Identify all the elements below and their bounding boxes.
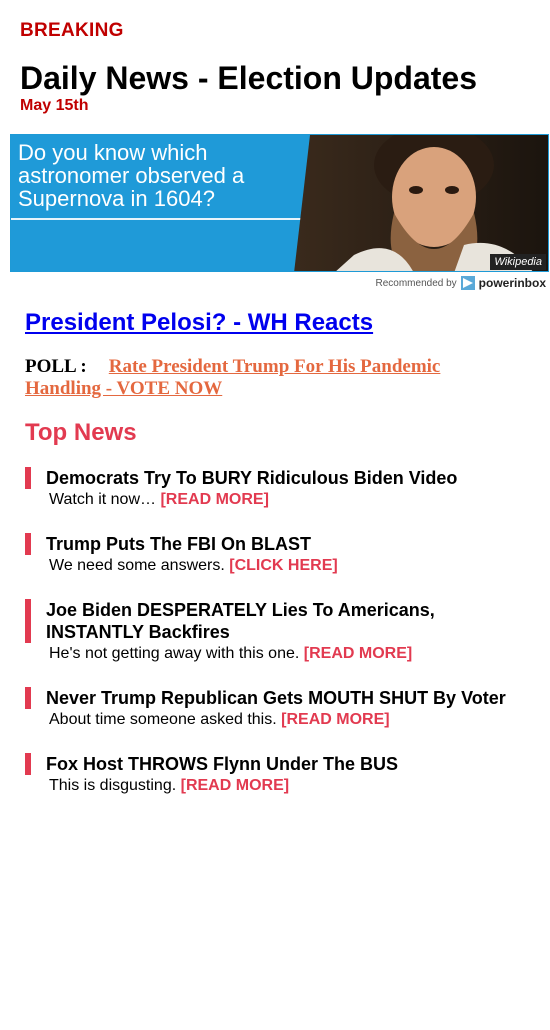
news-subtitle: Watch it now… [READ MORE] bbox=[46, 489, 525, 511]
read-more-link[interactable]: [READ MORE] bbox=[281, 711, 389, 728]
news-subtitle: This is disgusting. [READ MORE] bbox=[46, 775, 525, 797]
news-accent-bar bbox=[25, 753, 31, 775]
read-more-link[interactable]: [READ MORE] bbox=[181, 777, 289, 794]
news-title[interactable]: Joe Biden DESPERATELY Lies To Americans,… bbox=[46, 599, 525, 643]
news-subtitle-text: Watch it now… bbox=[49, 491, 156, 508]
news-title[interactable]: Democrats Try To BURY Ridiculous Biden V… bbox=[46, 467, 525, 489]
news-item: Trump Puts The FBI On BLAST We need some… bbox=[25, 533, 525, 577]
ad-banner[interactable]: Do you know which astronomer observed a … bbox=[10, 134, 549, 272]
news-accent-bar bbox=[25, 533, 31, 555]
recommended-by-label: Recommended by bbox=[375, 277, 457, 289]
news-subtitle-text: This is disgusting. bbox=[49, 777, 177, 794]
news-subtitle: We need some answers. [CLICK HERE] bbox=[46, 555, 525, 577]
powerinbox-brand: powerinbox bbox=[478, 276, 546, 290]
news-subtitle-text: We need some answers. bbox=[49, 557, 225, 574]
ad-credit: Wikipedia bbox=[490, 254, 546, 270]
news-subtitle: He's not getting away with this one. [RE… bbox=[46, 643, 525, 665]
poll-label: POLL : bbox=[25, 356, 87, 377]
astronomer-portrait-image bbox=[294, 135, 548, 271]
page-title: Daily News - Election Updates bbox=[20, 60, 478, 96]
news-subtitle-text: He's not getting away with this one. bbox=[49, 645, 300, 662]
news-title[interactable]: Fox Host THROWS Flynn Under The BUS bbox=[46, 753, 525, 775]
recommended-by[interactable]: Recommended by powerinbox bbox=[375, 276, 546, 290]
date-label: May 15th bbox=[20, 97, 89, 114]
top-news-heading: Top News bbox=[25, 419, 137, 446]
powerinbox-logo-icon bbox=[460, 276, 475, 290]
read-more-link[interactable]: [READ MORE] bbox=[160, 491, 268, 508]
poll-vote-link[interactable]: Rate President Trump For His Pandemic Ha… bbox=[25, 356, 440, 399]
news-item: Fox Host THROWS Flynn Under The BUS This… bbox=[25, 753, 525, 797]
poll-section: POLL : Rate President Trump For His Pande… bbox=[25, 356, 505, 400]
news-title[interactable]: Trump Puts The FBI On BLAST bbox=[46, 533, 525, 555]
ad-question: Do you know which astronomer observed a … bbox=[18, 140, 245, 211]
news-item: Joe Biden DESPERATELY Lies To Americans,… bbox=[25, 599, 525, 665]
featured-headline-link[interactable]: President Pelosi? - WH Reacts bbox=[25, 309, 373, 337]
news-accent-bar bbox=[25, 687, 31, 709]
breaking-label: BREAKING bbox=[20, 20, 124, 41]
news-accent-bar bbox=[25, 467, 31, 489]
news-subtitle: About time someone asked this. [READ MOR… bbox=[46, 709, 525, 731]
news-item: Democrats Try To BURY Ridiculous Biden V… bbox=[25, 467, 525, 511]
news-list: Democrats Try To BURY Ridiculous Biden V… bbox=[25, 467, 525, 819]
click-here-link[interactable]: [CLICK HERE] bbox=[229, 557, 337, 574]
news-accent-bar bbox=[25, 599, 31, 643]
news-subtitle-text: About time someone asked this. bbox=[49, 711, 277, 728]
news-item: Never Trump Republican Gets MOUTH SHUT B… bbox=[25, 687, 525, 731]
read-more-link[interactable]: [READ MORE] bbox=[304, 645, 412, 662]
news-title[interactable]: Never Trump Republican Gets MOUTH SHUT B… bbox=[46, 687, 525, 709]
ad-divider bbox=[11, 218, 306, 220]
